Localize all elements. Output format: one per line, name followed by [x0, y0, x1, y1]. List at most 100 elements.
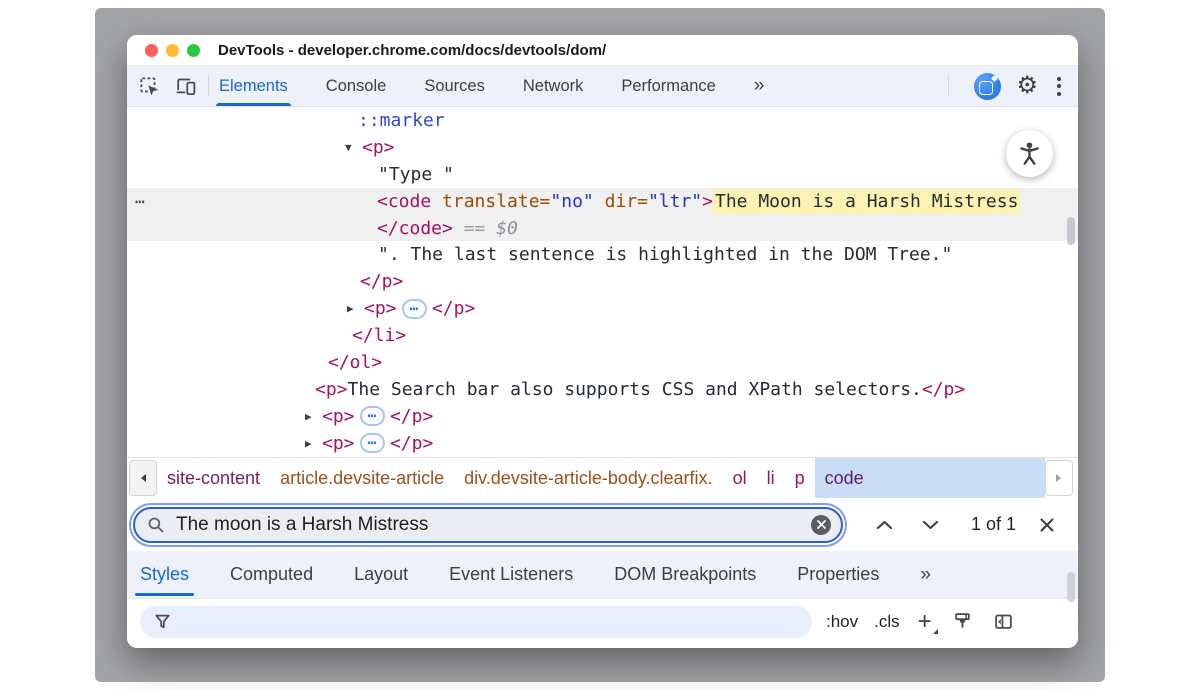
- filter-funnel-icon: [154, 613, 171, 630]
- dom-tree-panel: ::marker▼<p>"Type "⋯<code translate="no"…: [127, 107, 1078, 457]
- dom-tree-row[interactable]: ::marker: [127, 107, 1078, 134]
- search-input[interactable]: [174, 513, 811, 537]
- kebab-menu-icon[interactable]: [1053, 75, 1065, 98]
- brush-icon[interactable]: [952, 611, 973, 632]
- dom-tree-row[interactable]: </ol>: [127, 349, 1078, 376]
- toggle-element-state-button[interactable]: :hov: [826, 612, 858, 632]
- dom-tree-row[interactable]: ▶<p>⋯</p>: [127, 430, 1078, 457]
- code-token: </ol>: [328, 352, 382, 373]
- tab-console[interactable]: Console: [326, 66, 387, 106]
- tab-performance[interactable]: Performance: [621, 66, 715, 106]
- code-token: $0: [496, 218, 518, 239]
- minimize-window-button[interactable]: [166, 44, 179, 57]
- ai-assistant-icon[interactable]: [974, 73, 1001, 100]
- panel-tabs: Elements Console Sources Network Performance: [219, 66, 754, 106]
- styles-tab-properties[interactable]: Properties: [797, 551, 879, 598]
- device-toolbar-icon[interactable]: [172, 73, 198, 99]
- code-token: ==: [453, 218, 496, 239]
- toolbar-divider: [948, 75, 949, 97]
- breadcrumb-item-li[interactable]: li: [757, 458, 785, 498]
- search-bar[interactable]: [133, 507, 843, 543]
- breadcrumb-item-article-devsite-article[interactable]: article.devsite-article: [270, 458, 454, 498]
- collapsed-content-pill[interactable]: ⋯: [402, 299, 427, 319]
- code-token: <code: [377, 191, 431, 212]
- dom-tree-row[interactable]: ▶<p>⋯</p>: [127, 403, 1078, 430]
- close-search-icon[interactable]: [1032, 510, 1062, 540]
- code-token: <p>: [364, 298, 397, 319]
- gear-icon[interactable]: ⚙: [1016, 74, 1038, 98]
- code-token: <p>: [362, 137, 395, 158]
- toggle-sidebar-panel-icon[interactable]: [993, 611, 1014, 632]
- styles-filter-input[interactable]: [140, 606, 812, 638]
- toolbar-right-icons: ⚙: [938, 73, 1065, 100]
- dom-tree-row[interactable]: <p>The Search bar also supports CSS and …: [127, 376, 1078, 403]
- breadcrumb-item-p[interactable]: p: [785, 458, 815, 498]
- code-token: translate=: [431, 191, 550, 212]
- code-token: ::marker: [358, 110, 445, 131]
- close-window-button[interactable]: [145, 44, 158, 57]
- more-panels-chevron-icon[interactable]: »: [754, 75, 766, 97]
- code-token: <p>: [322, 406, 355, 427]
- code-token: </code>: [377, 218, 453, 239]
- title-bar: DevTools - developer.chrome.com/docs/dev…: [127, 35, 1078, 66]
- new-style-rule-button[interactable]: +: [918, 612, 932, 632]
- dom-tree-row[interactable]: </p>: [127, 268, 1078, 295]
- styles-filter-bar: :hov .cls +: [127, 599, 1078, 644]
- dom-tree-scrollbar[interactable]: [1067, 217, 1075, 245]
- window-title: DevTools - developer.chrome.com/docs/dev…: [218, 42, 606, 59]
- toolbar-divider: [208, 75, 209, 97]
- clear-search-icon[interactable]: [811, 515, 831, 535]
- code-token: </p>: [360, 271, 403, 292]
- code-token: ". The last sentence is highlighted in t…: [378, 244, 952, 265]
- next-result-button[interactable]: [913, 510, 947, 540]
- styles-tab-event-listeners[interactable]: Event Listeners: [449, 551, 573, 598]
- dom-tree-row[interactable]: "Type ": [127, 161, 1078, 188]
- code-token: "ltr": [648, 191, 702, 212]
- more-styles-tabs-chevron-icon[interactable]: »: [920, 564, 932, 586]
- breadcrumb-item-div-devsite-article-body-clearfix[interactable]: div.devsite-article-body.clearfix.: [454, 458, 722, 498]
- collapsed-content-pill[interactable]: ⋯: [360, 433, 385, 453]
- collapsed-content-pill[interactable]: ⋯: [360, 406, 385, 426]
- styles-tab-styles[interactable]: Styles: [140, 551, 189, 598]
- row-overflow-dots[interactable]: ⋯: [135, 192, 146, 211]
- breadcrumb-scroll-right-button[interactable]: [1045, 460, 1073, 496]
- styles-tab-computed[interactable]: Computed: [230, 551, 313, 598]
- element-classes-button[interactable]: .cls: [874, 612, 900, 632]
- inspect-element-icon[interactable]: [136, 73, 162, 99]
- code-token: </p>: [390, 406, 433, 427]
- tab-elements[interactable]: Elements: [219, 66, 288, 106]
- disclosure-arrow-icon[interactable]: ▼: [345, 141, 362, 154]
- tab-sources[interactable]: Sources: [424, 66, 485, 106]
- styles-pane-tab-bar: Styles Computed Layout Event Listeners DOM B…: [127, 551, 1078, 599]
- breadcrumb-item-code[interactable]: code: [815, 458, 1045, 498]
- search-icon: [147, 516, 165, 534]
- breadcrumb: site-contentarticle.devsite-articlediv.d…: [157, 458, 1045, 498]
- breadcrumb-scroll-left-button[interactable]: [129, 460, 157, 496]
- styles-pane-scrollbar[interactable]: [1067, 572, 1075, 602]
- dom-tree-rows: ::marker▼<p>"Type "⋯<code translate="no"…: [127, 107, 1078, 457]
- ai-screen-glyph: [979, 81, 993, 95]
- code-token: </p>: [922, 379, 965, 400]
- zoom-window-button[interactable]: [187, 44, 200, 57]
- ai-sparkle-glyph: [991, 74, 998, 81]
- tab-network[interactable]: Network: [523, 66, 584, 106]
- disclosure-arrow-icon[interactable]: ▶: [347, 302, 364, 315]
- dom-tree-row[interactable]: </code> == $0: [127, 215, 1078, 242]
- dom-tree-row[interactable]: ▶<p>⋯</p>: [127, 295, 1078, 322]
- disclosure-arrow-icon[interactable]: ▶: [305, 410, 322, 423]
- search-result-count: 1 of 1: [971, 514, 1016, 535]
- code-token: >: [702, 191, 713, 212]
- disclosure-arrow-icon[interactable]: ▶: [305, 437, 322, 450]
- dom-tree-row[interactable]: ▼<p>: [127, 134, 1078, 161]
- styles-pane-tabs: Styles Computed Layout Event Listeners DOM B…: [140, 551, 920, 598]
- dom-tree-row[interactable]: ". The last sentence is highlighted in t…: [127, 241, 1078, 268]
- styles-tab-dom-breakpoints[interactable]: DOM Breakpoints: [614, 551, 756, 598]
- dom-tree-row[interactable]: </li>: [127, 322, 1078, 349]
- search-highlight-text: The Moon is a Harsh Mistress: [713, 189, 1020, 214]
- breadcrumb-item-site-content[interactable]: site-content: [157, 458, 270, 498]
- dom-tree-row[interactable]: ⋯<code translate="no" dir="ltr">The Moon…: [127, 188, 1078, 215]
- breadcrumb-item-ol[interactable]: ol: [723, 458, 757, 498]
- previous-result-button[interactable]: [867, 510, 901, 540]
- accessibility-overlay-button[interactable]: [1006, 130, 1053, 177]
- styles-tab-layout[interactable]: Layout: [354, 551, 408, 598]
